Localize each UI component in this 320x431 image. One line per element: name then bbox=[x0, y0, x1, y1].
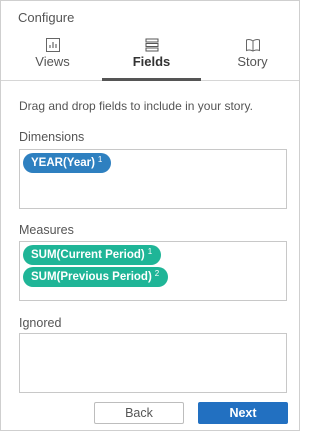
measures-drop-zone[interactable]: SUM(Current Period) 1 SUM(Previous Period… bbox=[19, 241, 287, 301]
measure-pill[interactable]: SUM(Current Period) 1 bbox=[23, 245, 162, 265]
measures-label: Measures bbox=[19, 223, 74, 237]
dimension-pill[interactable]: YEAR(Year) 1 bbox=[23, 153, 112, 173]
dimensions-drop-zone[interactable]: YEAR(Year) 1 bbox=[19, 149, 287, 209]
stack-icon bbox=[144, 37, 160, 53]
dimensions-label: Dimensions bbox=[19, 130, 85, 144]
tab-bar: Views Fields Story bbox=[1, 31, 299, 81]
instructions-text: Drag and drop fields to include in your … bbox=[19, 99, 253, 113]
measure-pill-index: 2 bbox=[154, 269, 160, 278]
measure-pill-name: SUM(Previous Period) bbox=[31, 271, 152, 283]
tab-fields[interactable]: Fields bbox=[102, 31, 201, 81]
tab-views-label: Views bbox=[35, 54, 70, 69]
dimension-pill-index: 1 bbox=[97, 155, 103, 164]
tab-fields-label: Fields bbox=[132, 54, 171, 69]
dimension-pill-name: YEAR(Year) bbox=[31, 157, 95, 169]
tab-story[interactable]: Story bbox=[203, 31, 302, 81]
ignored-label: Ignored bbox=[19, 316, 62, 330]
configure-panel: Configure Views Fields Story Drag and dr… bbox=[0, 0, 300, 431]
tab-views[interactable]: Views bbox=[3, 31, 102, 81]
measure-pill-index: 1 bbox=[147, 247, 153, 256]
measure-pill-name: SUM(Current Period) bbox=[31, 249, 145, 261]
tab-story-label: Story bbox=[237, 54, 268, 69]
measure-pill[interactable]: SUM(Previous Period) 2 bbox=[23, 267, 169, 287]
chart-icon bbox=[45, 37, 61, 53]
book-icon bbox=[245, 37, 261, 53]
ignored-drop-zone[interactable] bbox=[19, 333, 287, 393]
next-button[interactable]: Next bbox=[198, 402, 288, 424]
back-button[interactable]: Back bbox=[94, 402, 184, 424]
panel-title: Configure bbox=[18, 10, 75, 25]
